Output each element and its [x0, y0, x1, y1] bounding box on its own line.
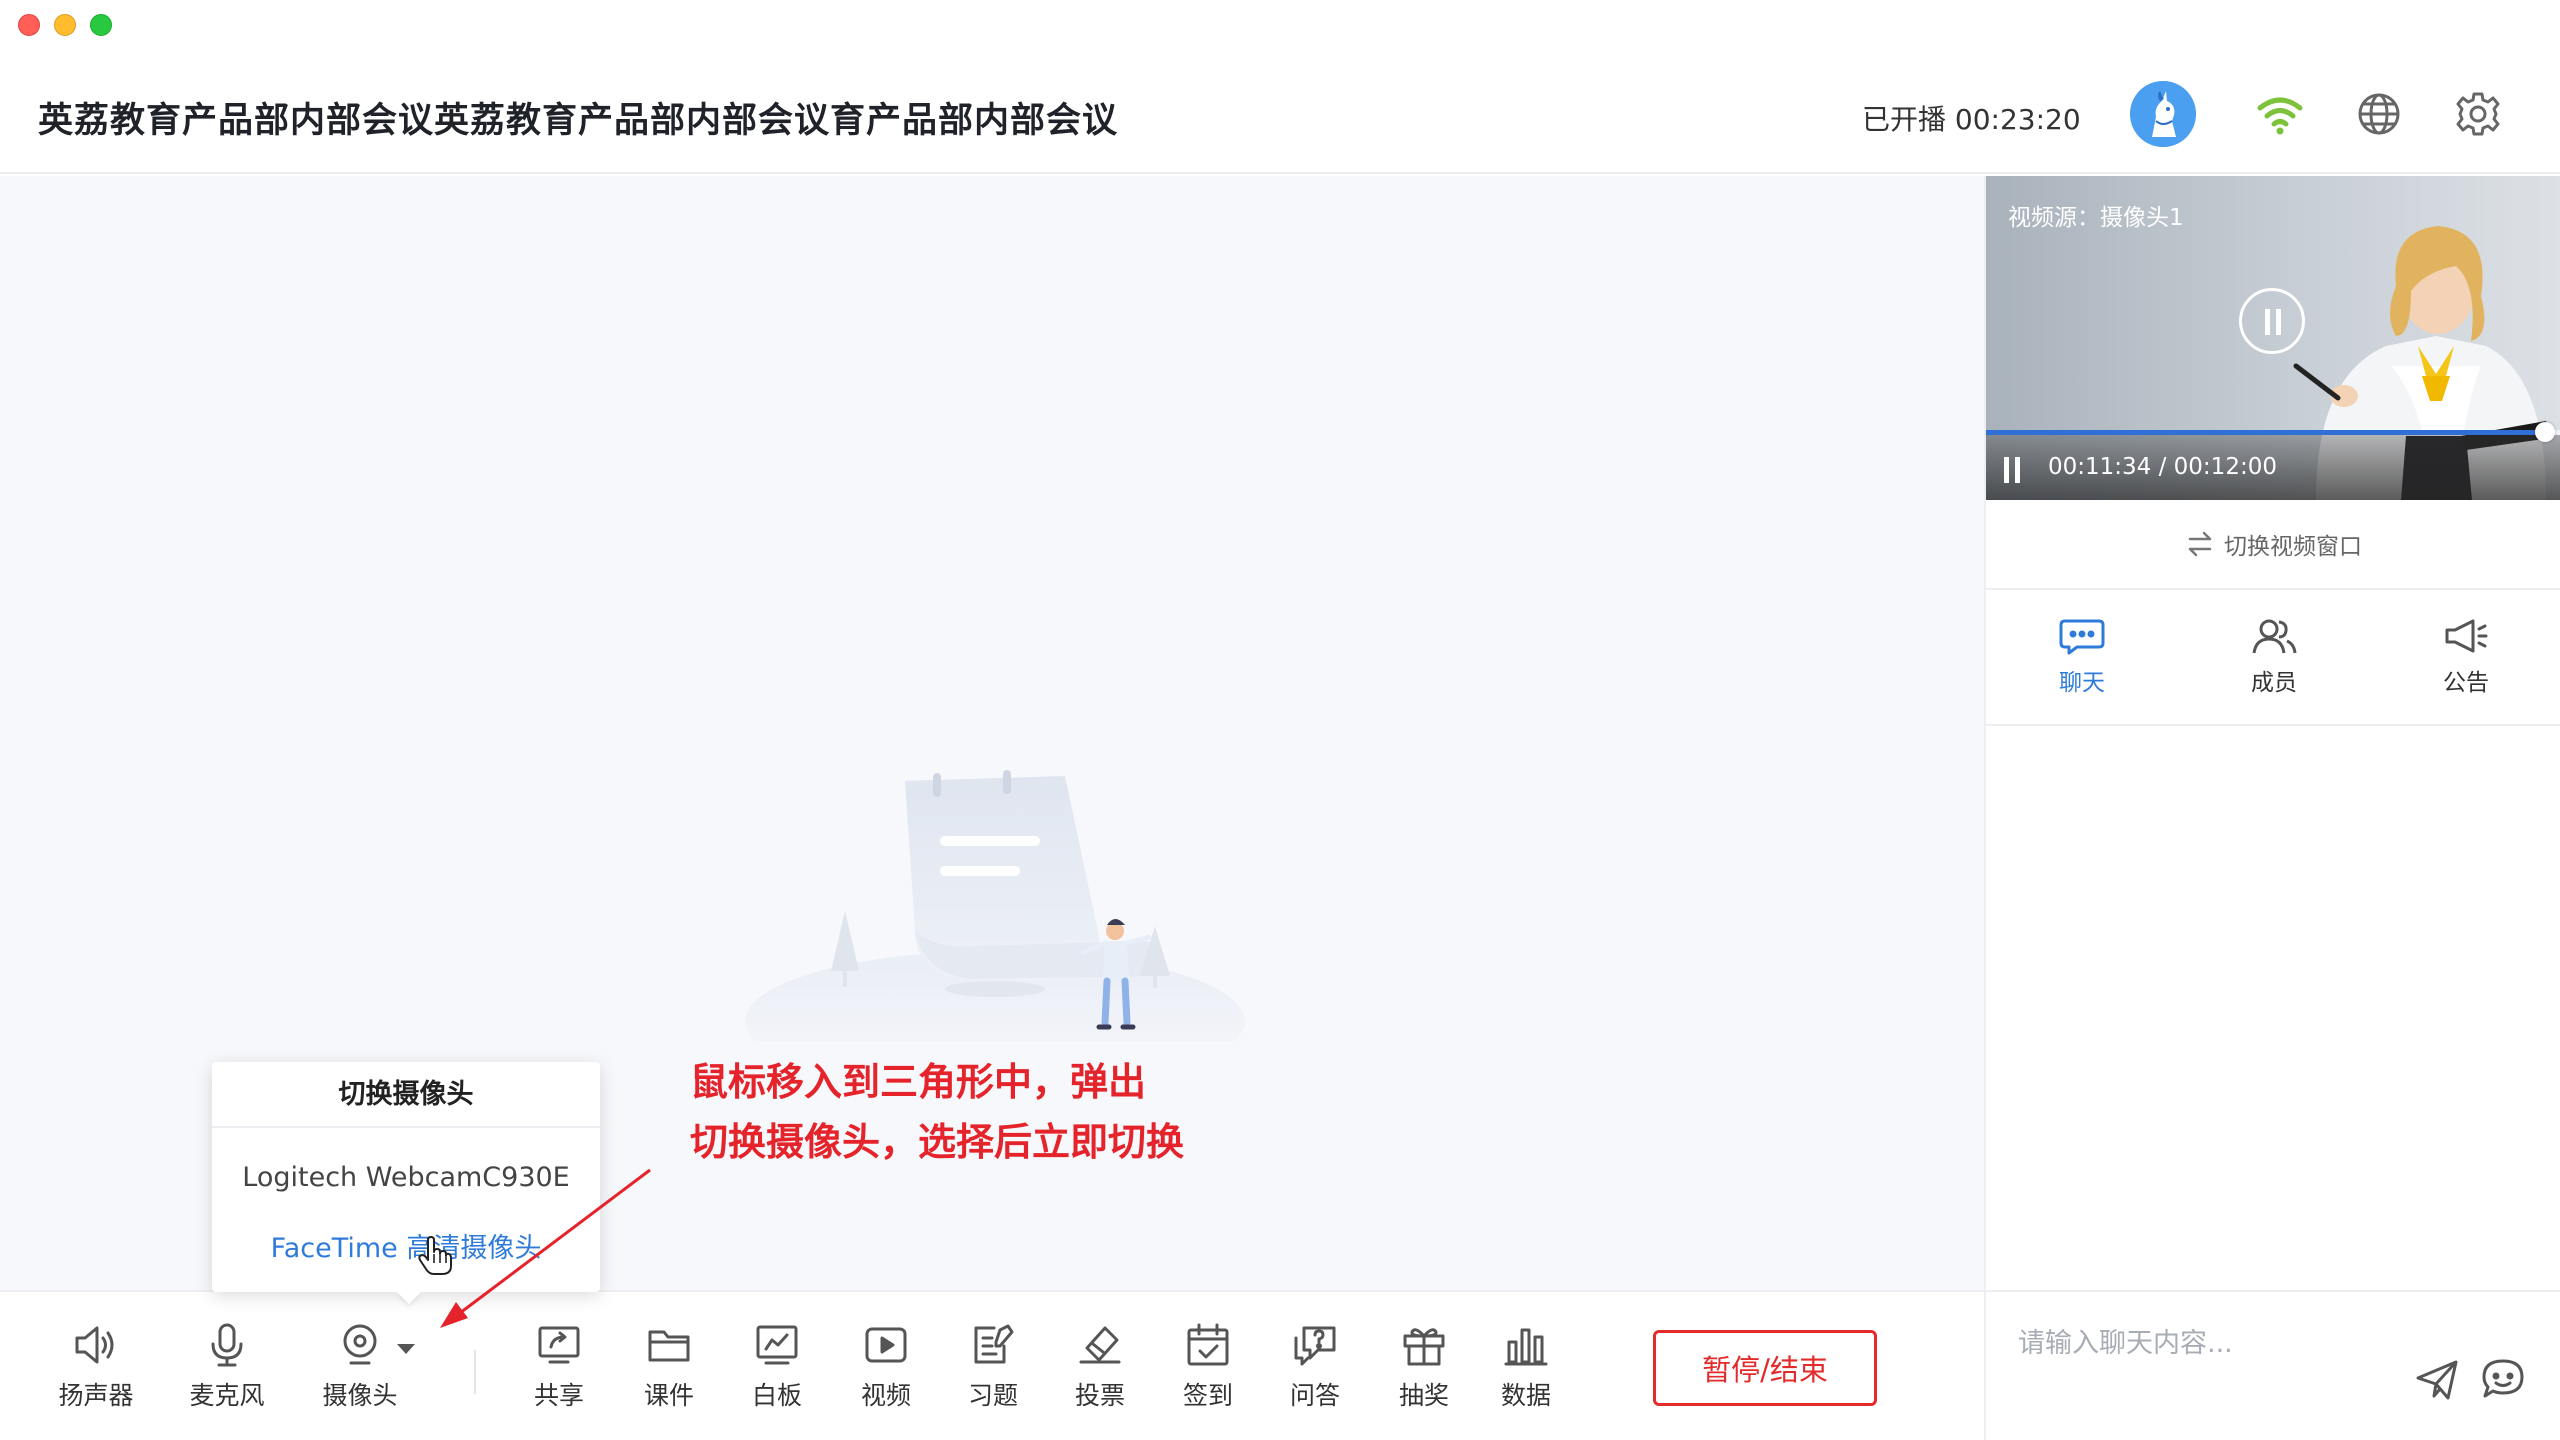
annotation-line-1: 鼠标移入到三角形中，弹出	[690, 1060, 1147, 1104]
vote-icon	[1079, 1326, 1121, 1364]
chat-input-bar	[1986, 1290, 2560, 1440]
screen-share-icon	[538, 1326, 580, 1364]
checkin-button[interactable]: 签到	[1158, 1322, 1258, 1412]
exercise-label: 习题	[967, 1381, 1018, 1410]
video-controls: 00:11:34 / 00:12:00	[1986, 435, 2560, 500]
switch-video-window-button[interactable]: 切换视频窗口	[1986, 500, 2560, 590]
tab-members-label: 成员	[2251, 670, 2297, 696]
share-label: 共享	[533, 1381, 584, 1410]
camera-switch-popup: 切换摄像头 Logitech WebcamC930E FaceTime 高清摄像…	[212, 1062, 600, 1292]
annotation-text: 鼠标移入到三角形中，弹出 切换摄像头，选择后立即切换	[690, 1052, 1184, 1172]
chat-input[interactable]	[2018, 1328, 2418, 1359]
meeting-title: 英荔教育产品部内部会议英荔教育产品部内部会议育产品部内部会议	[38, 101, 1119, 141]
whiteboard-icon	[756, 1325, 798, 1365]
lottery-button[interactable]: 抽奖	[1374, 1322, 1474, 1412]
courseware-label: 课件	[643, 1381, 694, 1410]
live-status: 已开播 00:23:20	[1862, 103, 2081, 136]
data-button[interactable]: 数据	[1476, 1322, 1576, 1412]
hand-cursor-icon	[418, 1236, 452, 1275]
tab-chat[interactable]: 聊天	[1986, 590, 2178, 724]
close-window-button[interactable]	[18, 14, 40, 36]
checkin-label: 签到	[1182, 1381, 1233, 1410]
exercise-button[interactable]: 习题	[943, 1322, 1043, 1412]
folder-icon	[648, 1330, 690, 1362]
courseware-button[interactable]: 课件	[619, 1322, 719, 1412]
tab-announcement-label: 公告	[2443, 670, 2489, 696]
whiteboard-label: 白板	[751, 1381, 802, 1410]
tab-members[interactable]: 成员	[2178, 590, 2370, 724]
chat-icon	[2059, 619, 2105, 655]
avatar-unicorn-icon	[2130, 81, 2196, 147]
bar-chart-icon	[1504, 1328, 1548, 1366]
speaker-label: 扬声器	[58, 1381, 134, 1410]
app-window: 英荔教育产品部内部会议英荔教育产品部内部会议育产品部内部会议 已开播 00:23…	[0, 0, 2560, 1440]
announcement-icon	[2445, 619, 2488, 653]
send-icon[interactable]	[2414, 1356, 2460, 1402]
maximize-window-button[interactable]	[90, 14, 112, 36]
toolbar-divider	[474, 1350, 476, 1394]
video-time: 00:11:34 / 00:12:00	[2048, 454, 2277, 480]
avatar[interactable]	[2130, 81, 2196, 147]
data-label: 数据	[1500, 1381, 1551, 1410]
video-progress-fill	[1986, 430, 2545, 435]
camera-label: 摄像头	[322, 1381, 398, 1410]
camera-icon	[343, 1324, 377, 1365]
header: 英荔教育产品部内部会议英荔教育产品部内部会议育产品部内部会议 已开播 00:23…	[0, 56, 2560, 174]
exercise-edit-icon	[974, 1324, 1014, 1364]
empty-state-illustration	[745, 770, 1245, 1041]
globe-icon[interactable]	[2353, 88, 2405, 140]
gift-icon	[1403, 1328, 1445, 1366]
tab-chat-label: 聊天	[2059, 670, 2105, 696]
camera-dropdown-caret[interactable]	[397, 1344, 415, 1354]
video-preview[interactable]: 视频源：摄像头1 00:11:34 / 00:12:00	[1986, 176, 2560, 500]
question-icon	[1294, 1326, 1336, 1366]
whiteboard-button[interactable]: 白板	[727, 1322, 827, 1412]
pause-overlay-button[interactable]	[2239, 288, 2305, 354]
speaker-button[interactable]: 扬声器	[46, 1322, 146, 1412]
members-icon	[2252, 619, 2297, 654]
camera-button[interactable]: 摄像头	[310, 1322, 410, 1412]
share-button[interactable]: 共享	[509, 1322, 609, 1412]
minimize-window-button[interactable]	[54, 14, 76, 36]
swap-arrows-icon	[2188, 531, 2212, 557]
video-progress-handle[interactable]	[2534, 422, 2555, 442]
video-play-icon	[865, 1327, 907, 1363]
right-sidebar: 视频源：摄像头1 00:11:34 / 00:12:00 切换视频窗口 聊天 成…	[1984, 176, 2560, 1440]
camera-option-facetime[interactable]: FaceTime 高清摄像头	[212, 1226, 600, 1265]
qa-button[interactable]: 问答	[1265, 1322, 1365, 1412]
tab-announcement[interactable]: 公告	[2370, 590, 2560, 724]
microphone-button[interactable]: 麦克风	[177, 1322, 277, 1412]
window-controls	[18, 14, 112, 36]
video-progress-bar[interactable]	[1986, 422, 2560, 442]
speaker-icon	[75, 1326, 114, 1364]
vote-button[interactable]: 投票	[1050, 1322, 1150, 1412]
pause-icon[interactable]	[2002, 457, 2024, 483]
annotation-line-2: 切换摄像头，选择后立即切换	[690, 1120, 1185, 1164]
qa-label: 问答	[1289, 1381, 1340, 1410]
switch-video-window-label: 切换视频窗口	[2224, 534, 2362, 560]
microphone-icon	[211, 1323, 243, 1367]
camera-option-logitech[interactable]: Logitech WebcamC930E	[212, 1162, 600, 1193]
video-button[interactable]: 视频	[836, 1322, 936, 1412]
settings-gear-icon[interactable]	[2452, 88, 2504, 140]
emoji-chat-icon[interactable]	[2480, 1356, 2526, 1402]
calendar-check-icon	[1187, 1323, 1229, 1366]
sidebar-tabs: 聊天 成员 公告	[1986, 590, 2560, 726]
popup-title: 切换摄像头	[212, 1062, 600, 1128]
video-label: 视频	[860, 1381, 911, 1410]
bottom-toolbar: 扬声器 麦克风 摄像头 共享 课件 白板 视频 习题 投票 签到 问答 抽奖 数…	[0, 1290, 1984, 1440]
vote-label: 投票	[1074, 1381, 1125, 1410]
microphone-label: 麦克风	[189, 1381, 265, 1410]
pause-end-button[interactable]: 暂停/结束	[1653, 1330, 1877, 1406]
video-source-label: 视频源：摄像头1	[2008, 205, 2184, 231]
wifi-icon[interactable]	[2254, 88, 2306, 140]
lottery-label: 抽奖	[1398, 1381, 1449, 1410]
